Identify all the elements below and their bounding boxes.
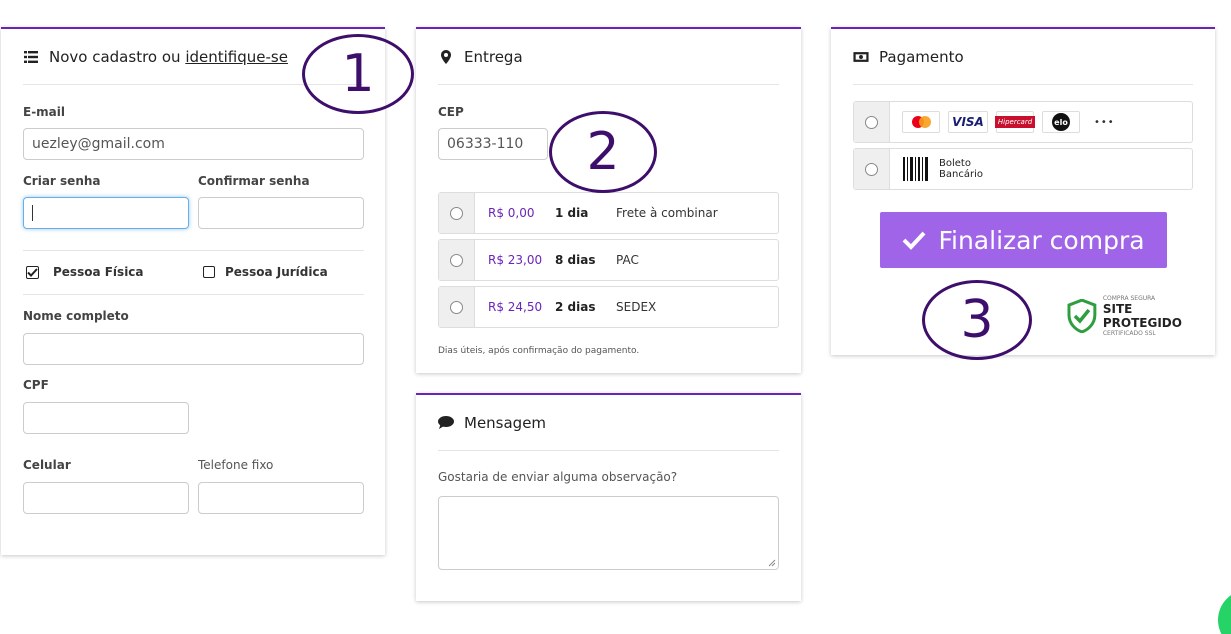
email-label: E-mail <box>23 105 66 119</box>
mensagem-question: Gostaria de enviar alguma observação? <box>438 470 678 484</box>
check-icon <box>903 231 926 250</box>
pessoa-fisica-option[interactable]: Pessoa Física <box>26 265 144 279</box>
list-icon <box>23 49 39 65</box>
visa-icon: VISA <box>948 111 988 133</box>
cpf-label: CPF <box>23 378 49 392</box>
frete-days: 8 dias <box>555 253 596 267</box>
entrega-panel: Entrega CEP 06333-110 R$ 0,00 1 dia Fret… <box>416 27 801 373</box>
barcode-icon <box>902 155 930 183</box>
checkbox-icon[interactable] <box>203 266 215 278</box>
frete-option[interactable]: R$ 24,50 2 dias SEDEX <box>438 286 779 328</box>
frete-days: 2 dias <box>555 300 596 314</box>
radio-icon[interactable] <box>450 300 463 314</box>
chat-widget-button[interactable] <box>1218 590 1231 634</box>
senha-label: Criar senha <box>23 174 101 188</box>
site-protegido-seal: COMPRA SEGURA SITE PROTEGIDO CERTIFICADO… <box>1067 295 1215 337</box>
map-marker-icon <box>438 49 454 65</box>
divider <box>23 294 364 295</box>
comment-icon <box>438 415 454 431</box>
boleto-option[interactable]: Boleto Bancário <box>853 148 1193 190</box>
pessoa-juridica-label: Pessoa Jurídica <box>225 265 328 279</box>
radio-icon[interactable] <box>450 253 463 267</box>
celular-field[interactable] <box>23 482 189 514</box>
cpf-field[interactable] <box>23 402 189 434</box>
radio-icon[interactable] <box>865 162 878 176</box>
finalizar-compra-button[interactable]: Finalizar compra <box>880 212 1167 268</box>
frete-price: R$ 24,50 <box>488 300 543 314</box>
entrega-note: Dias úteis, após confirmação do pagament… <box>438 346 640 356</box>
frete-price: R$ 0,00 <box>488 206 535 220</box>
shield-check-icon <box>1067 299 1097 333</box>
frete-name: Frete à combinar <box>616 206 718 220</box>
boleto-label: Boleto Bancário <box>939 158 983 180</box>
mensagem-panel: Mensagem Gostaria de enviar alguma obser… <box>416 393 801 601</box>
nome-label: Nome completo <box>23 309 129 323</box>
entrega-title: Entrega <box>464 47 523 66</box>
radio-cell[interactable] <box>854 149 890 189</box>
radio-icon[interactable] <box>450 206 463 220</box>
more-icon[interactable]: ••• <box>1094 117 1115 128</box>
hipercard-icon: Hipercard <box>994 111 1036 133</box>
frete-days: 1 dia <box>555 206 589 220</box>
text-cursor <box>32 205 33 221</box>
radio-cell[interactable] <box>439 287 475 327</box>
confirmar-senha-field[interactable] <box>198 197 364 229</box>
mastercard-icon <box>902 111 940 133</box>
mensagem-header: Mensagem <box>438 395 779 451</box>
pagamento-title: Pagamento <box>879 47 964 66</box>
email-field[interactable]: uezley@gmail.com <box>23 128 364 160</box>
telefone-label: Telefone fixo <box>198 458 274 472</box>
mensagem-title: Mensagem <box>464 413 547 432</box>
radio-icon[interactable] <box>865 115 878 129</box>
checked-checkbox-icon[interactable] <box>26 265 39 279</box>
pessoa-juridica-option[interactable]: Pessoa Jurídica <box>203 265 328 279</box>
cadastro-title: Novo cadastro ou <box>49 47 186 66</box>
senha-field[interactable] <box>23 197 189 229</box>
cep-field[interactable]: 06333-110 <box>438 128 548 160</box>
frete-price: R$ 23,00 <box>488 253 543 267</box>
entrega-header: Entrega <box>438 29 779 85</box>
telefone-field[interactable] <box>198 482 364 514</box>
mensagem-textarea[interactable] <box>438 496 779 570</box>
cep-label: CEP <box>438 105 464 119</box>
confirmar-senha-label: Confirmar senha <box>198 174 310 188</box>
frete-name: PAC <box>616 253 639 267</box>
finalizar-label: Finalizar compra <box>938 225 1145 255</box>
cartao-option[interactable]: VISA Hipercard elo ••• <box>853 101 1193 143</box>
identifique-se-link[interactable]: identifique-se <box>185 48 288 66</box>
radio-cell[interactable] <box>439 193 475 233</box>
seal-text: COMPRA SEGURA SITE PROTEGIDO CERTIFICADO… <box>1102 295 1182 337</box>
radio-cell[interactable] <box>854 102 890 142</box>
pessoa-fisica-label: Pessoa Física <box>53 265 144 279</box>
annotation-circle-3: 3 <box>922 280 1032 360</box>
divider <box>23 250 364 251</box>
frete-name: SEDEX <box>616 300 657 314</box>
annotation-circle-1: 1 <box>302 34 414 114</box>
money-icon <box>853 49 869 65</box>
elo-icon: elo <box>1042 111 1080 133</box>
frete-option[interactable]: R$ 23,00 8 dias PAC <box>438 239 779 281</box>
annotation-circle-2: 2 <box>549 111 657 193</box>
pagamento-header: Pagamento <box>853 29 1193 85</box>
resize-handle-icon[interactable] <box>768 559 776 567</box>
frete-option[interactable]: R$ 0,00 1 dia Frete à combinar <box>438 192 779 234</box>
nome-field[interactable] <box>23 333 364 365</box>
celular-label: Celular <box>23 458 71 472</box>
radio-cell[interactable] <box>439 240 475 280</box>
